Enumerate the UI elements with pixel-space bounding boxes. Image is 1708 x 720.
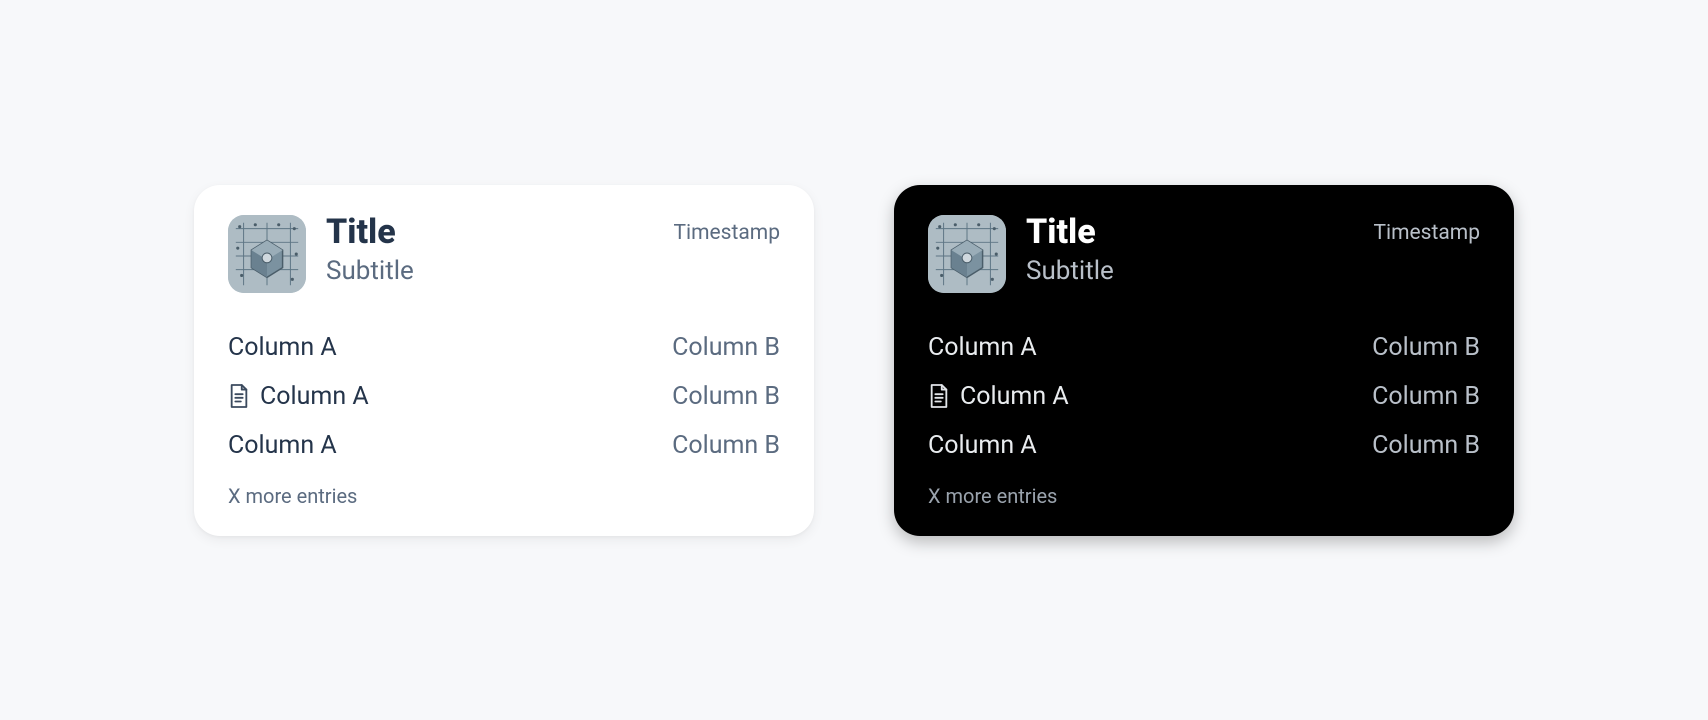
column-a-label: Column A bbox=[928, 431, 1037, 460]
card-timestamp: Timestamp bbox=[673, 215, 780, 245]
title-block: Title Subtitle bbox=[1026, 215, 1353, 287]
column-a-label: Column A bbox=[228, 333, 337, 362]
list-item[interactable]: Column A Column B bbox=[928, 323, 1480, 372]
column-b: Column B bbox=[1372, 382, 1480, 411]
card-title: Title bbox=[326, 215, 653, 251]
abstract-blueprint-icon bbox=[928, 215, 1006, 293]
column-a: Column A bbox=[228, 382, 369, 411]
column-a: Column A bbox=[228, 333, 337, 362]
column-b: Column B bbox=[1372, 333, 1480, 362]
column-b: Column B bbox=[672, 333, 780, 362]
abstract-blueprint-icon bbox=[228, 215, 306, 293]
card-subtitle: Subtitle bbox=[326, 256, 653, 286]
rows: Column A Column B Column A Column B bbox=[228, 323, 780, 470]
title-block: Title Subtitle bbox=[326, 215, 653, 287]
column-a-label: Column A bbox=[260, 382, 369, 411]
column-a: Column A bbox=[928, 333, 1037, 362]
rows: Column A Column B Column A Column B bbox=[928, 323, 1480, 470]
column-a-label: Column A bbox=[228, 431, 337, 460]
column-a: Column A bbox=[228, 431, 337, 460]
column-a-label: Column A bbox=[928, 333, 1037, 362]
card-title: Title bbox=[1026, 215, 1353, 251]
list-item[interactable]: Column A Column B bbox=[928, 421, 1480, 470]
card-timestamp: Timestamp bbox=[1373, 215, 1480, 245]
column-a: Column A bbox=[928, 382, 1069, 411]
list-item[interactable]: Column A Column B bbox=[228, 372, 780, 421]
document-icon bbox=[228, 383, 250, 409]
column-b: Column B bbox=[672, 382, 780, 411]
more-entries-link[interactable]: X more entries bbox=[228, 484, 357, 508]
list-item[interactable]: Column A Column B bbox=[228, 323, 780, 372]
card-header: Title Subtitle Timestamp bbox=[228, 215, 780, 293]
column-b: Column B bbox=[672, 431, 780, 460]
avatar bbox=[228, 215, 306, 293]
column-a: Column A bbox=[928, 431, 1037, 460]
card-subtitle: Subtitle bbox=[1026, 256, 1353, 286]
list-item[interactable]: Column A Column B bbox=[228, 421, 780, 470]
card-dark: Title Subtitle Timestamp Column A Column… bbox=[894, 185, 1514, 536]
card-header: Title Subtitle Timestamp bbox=[928, 215, 1480, 293]
column-a-label: Column A bbox=[960, 382, 1069, 411]
avatar bbox=[928, 215, 1006, 293]
card-light: Title Subtitle Timestamp Column A Column… bbox=[194, 185, 814, 536]
column-b: Column B bbox=[1372, 431, 1480, 460]
list-item[interactable]: Column A Column B bbox=[928, 372, 1480, 421]
document-icon bbox=[928, 383, 950, 409]
more-entries-link[interactable]: X more entries bbox=[928, 484, 1057, 508]
